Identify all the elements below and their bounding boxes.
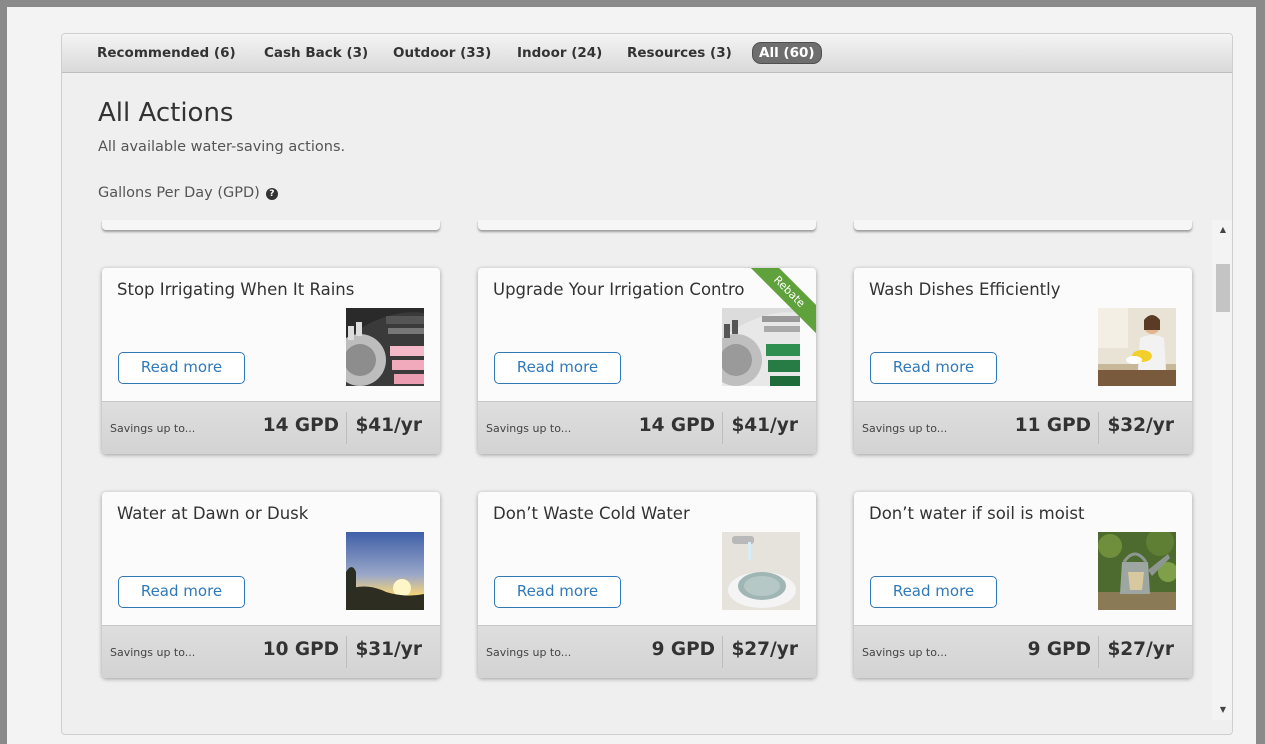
tab-outdoor[interactable]: Outdoor (33) [393, 45, 491, 61]
gpd-savings: 14 GPD [262, 415, 339, 436]
savings-label: Savings up to... [862, 646, 948, 659]
footer-divider [346, 636, 347, 668]
tab-recommended[interactable]: Recommended (6) [97, 45, 236, 61]
read-more-button[interactable]: Read more [494, 352, 621, 384]
dollar-savings: $27/yr [1107, 639, 1174, 660]
card-image [722, 308, 800, 386]
gpd-savings: 11 GPD [1014, 415, 1091, 436]
card-partial [102, 220, 440, 230]
footer-divider [1098, 412, 1099, 444]
savings-label: Savings up to... [862, 422, 948, 435]
tab-resources[interactable]: Resources (3) [627, 45, 732, 61]
dollar-savings: $27/yr [731, 639, 798, 660]
card-footer: Savings up to... 9 GPD $27/yr [854, 625, 1192, 678]
vertical-scrollbar[interactable]: ▲ ▼ [1212, 220, 1232, 720]
dollar-savings: $32/yr [1107, 415, 1174, 436]
action-card[interactable]: Stop Irrigating When It Rains Read more … [102, 268, 440, 454]
card-image [346, 308, 424, 386]
gpd-label: Gallons Per Day (GPD)? [98, 185, 278, 201]
action-card[interactable]: Upgrade Your Irrigation Contro Read more… [478, 268, 816, 454]
card-image [1098, 308, 1176, 386]
page-subtitle: All available water-saving actions. [98, 139, 346, 155]
footer-divider [1098, 636, 1099, 668]
tab-cash-back[interactable]: Cash Back (3) [264, 45, 368, 61]
card-footer: Savings up to... 14 GPD $41/yr [478, 401, 816, 454]
question-circle-icon[interactable]: ? [265, 188, 278, 200]
dollar-savings: $41/yr [731, 415, 798, 436]
tab-all[interactable]: All (60) [752, 42, 822, 64]
actions-grid[interactable]: Stop Irrigating When It Rains Read more … [62, 220, 1212, 720]
read-more-button[interactable]: Read more [494, 576, 621, 608]
footer-divider [722, 412, 723, 444]
scrollbar-thumb[interactable] [1216, 264, 1230, 312]
scroll-down-arrow-icon[interactable]: ▼ [1212, 702, 1232, 718]
action-card[interactable]: Don’t Waste Cold Water Read more Savings… [478, 492, 816, 678]
action-card[interactable]: Don’t water if soil is moist Read more S… [854, 492, 1192, 678]
card-partial [478, 220, 816, 230]
savings-label: Savings up to... [486, 422, 572, 435]
savings-label: Savings up to... [486, 646, 572, 659]
action-card[interactable]: Water at Dawn or Dusk Read more Savings … [102, 492, 440, 678]
gpd-savings: 9 GPD [651, 639, 715, 660]
card-footer: Savings up to... 14 GPD $41/yr [102, 401, 440, 454]
dollar-savings: $31/yr [355, 639, 422, 660]
card-image [1098, 532, 1176, 610]
category-tabs: Recommended (6) Cash Back (3) Outdoor (3… [62, 34, 1232, 73]
gpd-label-text: Gallons Per Day (GPD) [98, 185, 260, 201]
card-image [722, 532, 800, 610]
footer-divider [722, 636, 723, 668]
tab-indoor[interactable]: Indoor (24) [517, 45, 602, 61]
window-frame: Recommended (6) Cash Back (3) Outdoor (3… [0, 0, 1265, 744]
card-title: Don’t water if soil is moist [869, 504, 1085, 523]
gpd-savings: 10 GPD [262, 639, 339, 660]
card-image [346, 532, 424, 610]
card-partial [854, 220, 1192, 230]
actions-panel: Recommended (6) Cash Back (3) Outdoor (3… [61, 33, 1233, 735]
savings-label: Savings up to... [110, 646, 196, 659]
card-title: Stop Irrigating When It Rains [117, 280, 355, 299]
gpd-savings: 9 GPD [1027, 639, 1091, 660]
savings-label: Savings up to... [110, 422, 196, 435]
action-card[interactable]: Wash Dishes Efficiently Read more Saving… [854, 268, 1192, 454]
card-title: Don’t Waste Cold Water [493, 504, 690, 523]
read-more-button[interactable]: Read more [870, 576, 997, 608]
footer-divider [346, 412, 347, 444]
card-title: Water at Dawn or Dusk [117, 504, 309, 523]
page-title: All Actions [98, 98, 234, 128]
card-footer: Savings up to... 11 GPD $32/yr [854, 401, 1192, 454]
read-more-button[interactable]: Read more [870, 352, 997, 384]
read-more-button[interactable]: Read more [118, 352, 245, 384]
read-more-button[interactable]: Read more [118, 576, 245, 608]
card-title: Upgrade Your Irrigation Contro [493, 280, 745, 299]
card-title: Wash Dishes Efficiently [869, 280, 1061, 299]
card-footer: Savings up to... 9 GPD $27/yr [478, 625, 816, 678]
gpd-savings: 14 GPD [638, 415, 715, 436]
dollar-savings: $41/yr [355, 415, 422, 436]
card-footer: Savings up to... 10 GPD $31/yr [102, 625, 440, 678]
scroll-up-arrow-icon[interactable]: ▲ [1212, 222, 1232, 238]
